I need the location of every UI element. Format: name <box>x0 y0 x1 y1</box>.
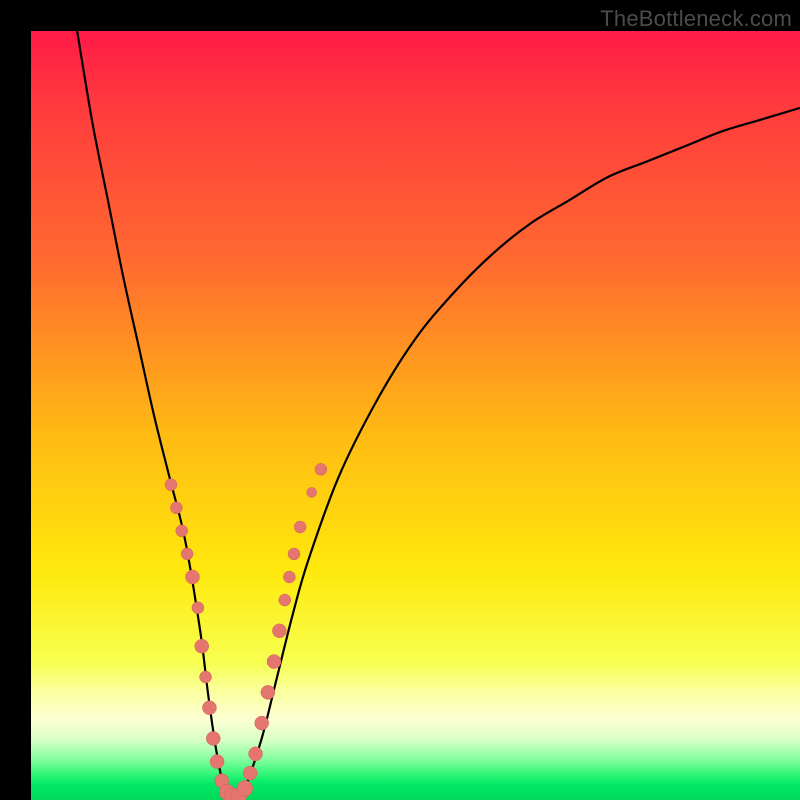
scatter-dot <box>200 671 212 683</box>
scatter-dot <box>206 731 220 745</box>
scatter-dot <box>267 655 281 669</box>
scatter-dot <box>181 548 193 560</box>
scatter-dot <box>176 525 188 537</box>
scatter-dot <box>210 755 224 769</box>
scatter-dot <box>165 479 177 491</box>
scatter-dot <box>202 701 216 715</box>
scatter-dot <box>283 571 295 583</box>
scatter-dot <box>192 602 204 614</box>
scatter-dot <box>249 747 263 761</box>
watermark-text: TheBottleneck.com <box>600 6 792 32</box>
scatter-dot <box>195 639 209 653</box>
scatter-dot <box>307 487 317 497</box>
scatter-dot <box>294 521 306 533</box>
scatter-dot <box>279 594 291 606</box>
scatter-dot <box>255 716 269 730</box>
bottleneck-curve-path <box>77 31 800 800</box>
scatter-group <box>165 463 327 800</box>
curve-svg <box>31 31 800 800</box>
scatter-dot <box>272 624 286 638</box>
chart-frame: TheBottleneck.com <box>0 0 800 800</box>
scatter-dot <box>185 570 199 584</box>
scatter-dot <box>315 463 327 475</box>
scatter-dot <box>261 685 275 699</box>
scatter-dot <box>170 502 182 514</box>
scatter-dot <box>288 548 300 560</box>
scatter-dot <box>243 766 257 780</box>
plot-area <box>31 31 800 800</box>
scatter-dot <box>237 780 253 796</box>
